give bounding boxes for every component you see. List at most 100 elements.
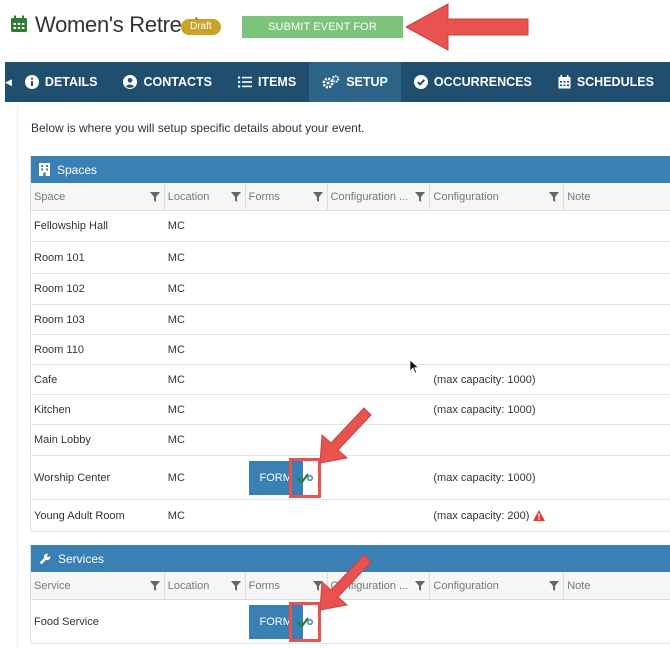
space-forms [246, 425, 328, 455]
filter-icon[interactable] [149, 192, 160, 202]
space-configuration [430, 335, 564, 364]
table-row[interactable]: Room 103 MC [31, 305, 670, 335]
table-row[interactable]: Cafe MC (max capacity: 1000) [31, 365, 670, 395]
table-row[interactable]: Room 101 MC [31, 242, 670, 274]
service-location [165, 600, 246, 643]
space-note [564, 365, 670, 394]
submit-for-approval-button[interactable]: SUBMIT EVENT FOR APPROVAL [242, 16, 403, 55]
tab-items[interactable]: ITEMS [225, 62, 309, 102]
tab-bar: ◀ DETAILS CONTACTS ITEMS SETUP OCCURRENC… [5, 62, 670, 102]
user-icon [123, 75, 138, 89]
space-name: Worship Center [34, 471, 111, 484]
calendar-icon [11, 15, 27, 32]
filter-icon[interactable] [415, 192, 426, 202]
space-name: Room 110 [34, 343, 84, 356]
spaces-panel: Spaces Space Location Forms Configuratio… [30, 156, 670, 532]
annotation-arrow-icon [406, 3, 529, 51]
annotation-arrow-icon [319, 554, 372, 611]
space-note [564, 395, 670, 424]
tab-label: ITEMS [257, 75, 297, 89]
info-icon [24, 75, 39, 89]
column-header[interactable]: Forms [246, 572, 328, 599]
space-forms [246, 500, 328, 531]
tab-label: SETUP [346, 75, 388, 89]
space-name: Room 102 [34, 283, 85, 295]
space-forms [246, 274, 328, 304]
building-icon [39, 163, 50, 176]
tab-occurrences[interactable]: OCCURRENCES [401, 62, 545, 102]
column-header[interactable]: Configuration ... [328, 183, 431, 210]
space-configuration: (max capacity: 1000) [433, 471, 536, 484]
table-row[interactable]: Young Adult Room MC (max capacity: 200) [31, 500, 670, 532]
space-configuration: (max capacity: 1000) [433, 403, 536, 416]
tab-details[interactable]: DETAILS [12, 62, 111, 102]
space-forms [246, 242, 328, 273]
space-name: Main Lobby [34, 434, 91, 446]
filter-icon[interactable] [230, 581, 241, 591]
spaces-column-headers: Space Location Forms Configuration ... C… [31, 183, 670, 211]
space-note [564, 456, 670, 499]
column-header[interactable]: Space [31, 183, 165, 210]
tab-scroll-left-icon[interactable]: ◀ [5, 62, 12, 102]
space-config-name [328, 211, 431, 241]
column-header[interactable]: Configuration [430, 183, 565, 210]
tab-contacts[interactable]: CONTACTS [110, 62, 225, 102]
filter-icon[interactable] [549, 581, 560, 591]
space-note [564, 335, 670, 364]
wrench-icon [39, 553, 51, 564]
filter-icon[interactable] [149, 581, 160, 591]
space-forms [246, 335, 328, 364]
column-header[interactable]: Forms [246, 183, 328, 210]
space-name: Kitchen [34, 403, 71, 416]
space-name: Room 103 [34, 313, 85, 326]
space-location: MC [167, 471, 185, 484]
tab-label: SCHEDULES [576, 75, 654, 89]
space-name: Cafe [34, 373, 58, 386]
filter-icon[interactable] [230, 192, 241, 202]
check-circle-icon [413, 75, 428, 89]
column-header[interactable]: Note [564, 183, 670, 210]
service-note [564, 600, 670, 643]
annotation-arrow-icon [319, 407, 372, 464]
table-row[interactable]: Room 110 MC [31, 335, 670, 365]
tab-label: OCCURRENCES [433, 75, 532, 89]
check-icon[interactable] [296, 472, 313, 484]
filter-icon[interactable] [312, 192, 323, 202]
check-icon[interactable] [296, 616, 313, 628]
space-configuration [430, 425, 564, 455]
filter-icon[interactable] [415, 581, 426, 591]
service-configuration [430, 600, 564, 643]
spaces-panel-header: Spaces [31, 156, 670, 183]
space-config-name [328, 305, 431, 334]
column-header[interactable]: Service [31, 572, 165, 599]
space-note [564, 274, 670, 304]
space-forms [246, 395, 328, 424]
space-configuration: (max capacity: 200) [430, 500, 564, 531]
filter-icon[interactable] [549, 192, 560, 202]
table-row[interactable]: Room 102 MC [31, 274, 670, 305]
table-row[interactable]: Fellowship Hall MC [31, 211, 670, 242]
tab-label: DETAILS [44, 75, 98, 89]
column-header[interactable]: Configuration [430, 572, 565, 599]
space-configuration [430, 274, 564, 304]
gears-icon [322, 75, 340, 89]
calendar-icon [558, 75, 571, 89]
tab-setup[interactable]: SETUP [309, 62, 401, 102]
space-name: Young Adult Room [34, 509, 125, 522]
space-location: MC [167, 403, 185, 416]
column-header[interactable]: Location [165, 572, 246, 599]
tab-schedules[interactable]: SCHEDULES [545, 62, 667, 102]
space-config-name [328, 274, 431, 304]
space-configuration: (max capacity: 1000) [433, 373, 536, 386]
form-complete-highlight [288, 457, 321, 498]
warning-icon [533, 510, 546, 521]
space-location: MC [167, 313, 185, 326]
column-header[interactable]: Location [165, 183, 246, 210]
space-forms [246, 365, 328, 394]
space-forms [246, 211, 328, 241]
page-title: Women's Retreat [35, 12, 200, 37]
services-panel-title: Services [58, 551, 105, 566]
space-configuration [430, 242, 564, 273]
column-header[interactable]: Note [564, 572, 670, 599]
space-note [564, 500, 670, 531]
